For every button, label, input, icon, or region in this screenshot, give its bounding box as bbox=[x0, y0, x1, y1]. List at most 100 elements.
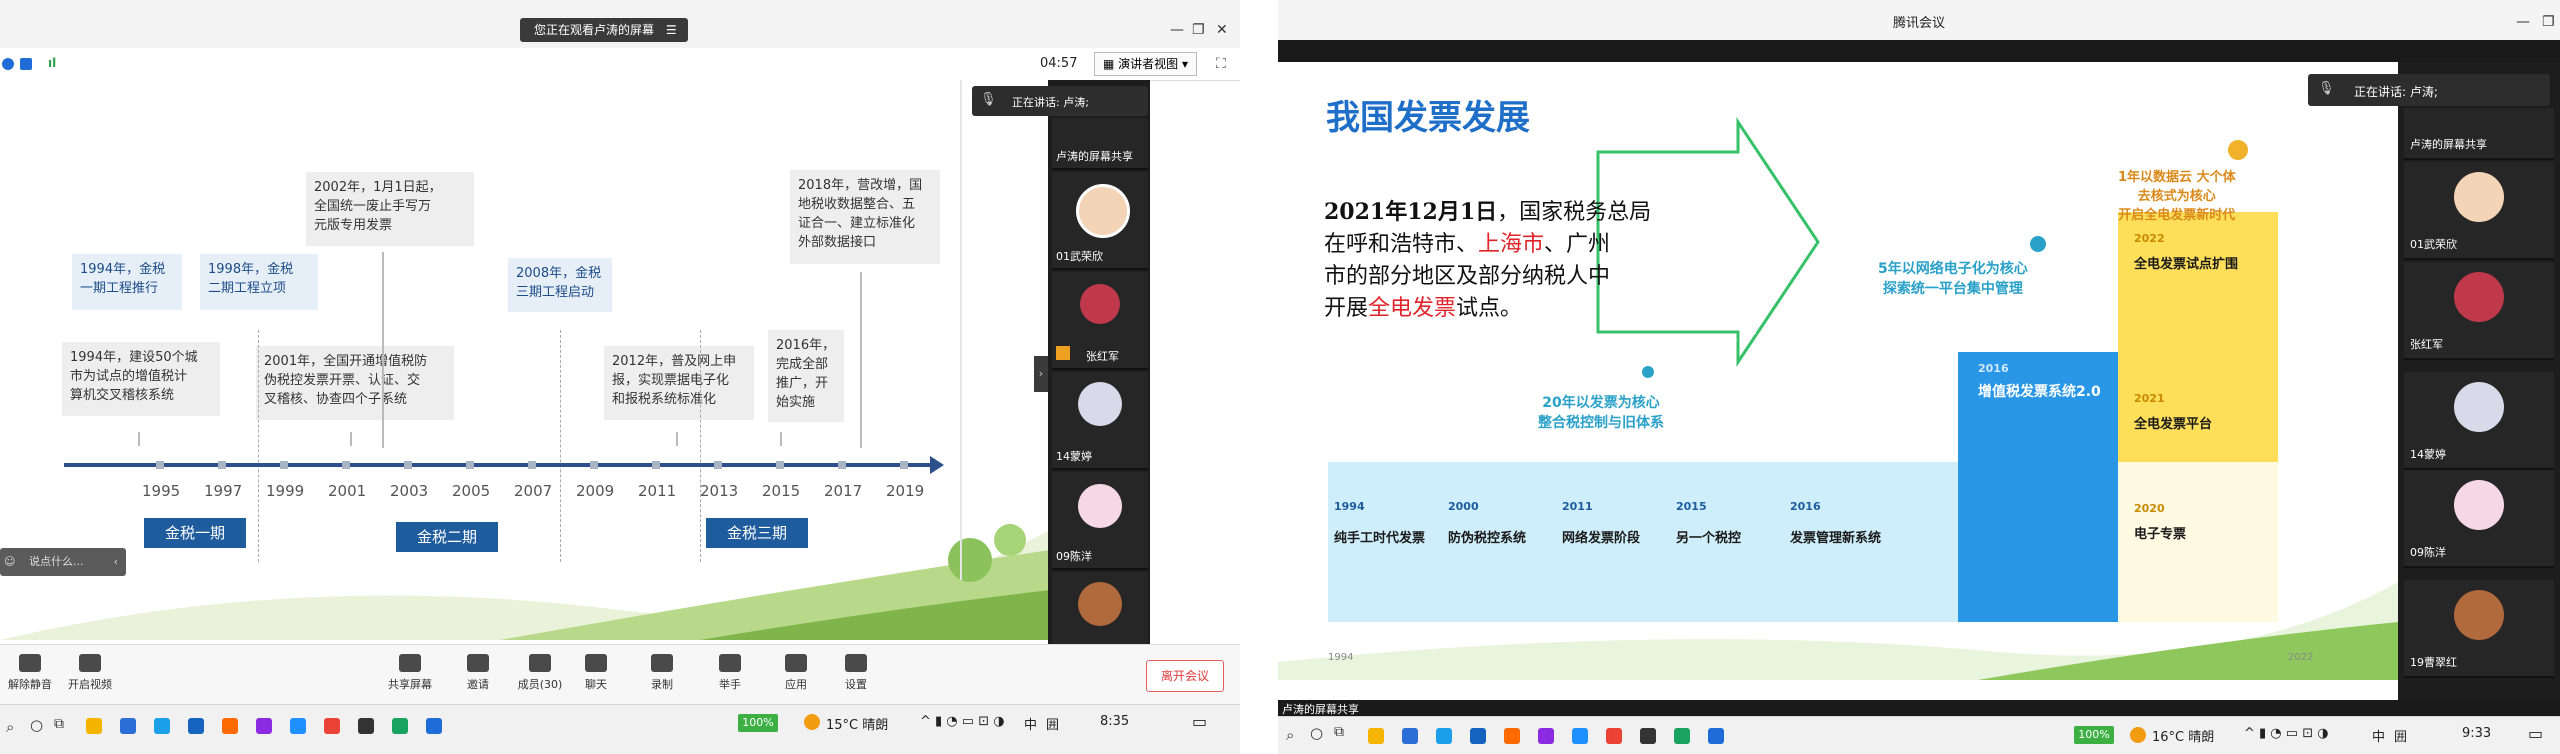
search-icon[interactable]: ⌕ bbox=[6, 718, 14, 736]
control-button[interactable]: 应用 bbox=[766, 654, 826, 692]
weather-text[interactable]: 15°C 晴朗 bbox=[826, 714, 888, 733]
timeline-tick bbox=[652, 461, 660, 469]
participant-tile[interactable]: 14蒙婷 bbox=[2404, 372, 2554, 470]
participant-tile[interactable]: 19曹翠红 bbox=[2404, 580, 2554, 678]
right-screenshot: 腾讯会议 — ❐ 我国发票发展 2021年12月1日，国家税务总局 在呼和浩特市… bbox=[1278, 0, 2560, 754]
view-switch-button[interactable]: ▦ 演讲者视图 ▾ bbox=[1094, 52, 1198, 76]
taskbar-app-icon[interactable] bbox=[1436, 728, 1452, 744]
battery-indicator[interactable]: 100% bbox=[738, 714, 778, 732]
stage-block: 2021 全电发票平台 bbox=[2134, 392, 2264, 432]
taskbar-app-icon[interactable] bbox=[324, 718, 340, 734]
maximize-icon[interactable]: ❐ bbox=[2542, 14, 2555, 30]
task-view-icon[interactable]: ⧉ bbox=[54, 716, 64, 732]
control-button[interactable]: 成员(30) bbox=[510, 654, 570, 692]
taskbar-app-icon[interactable] bbox=[1368, 728, 1384, 744]
control-label: 举手 bbox=[719, 678, 741, 691]
fullscreen-icon[interactable]: ⛶ bbox=[1216, 56, 1226, 72]
keyboard-icon[interactable]: 囲 bbox=[2394, 726, 2407, 745]
taskbar-app-icon[interactable] bbox=[86, 718, 102, 734]
control-button[interactable]: 共享屏幕 bbox=[380, 654, 440, 692]
clock[interactable]: 9:33 bbox=[2462, 726, 2491, 741]
announcement-date: 2021年12月1日 bbox=[1324, 199, 1498, 225]
taskbar-app-icon[interactable] bbox=[1674, 728, 1690, 744]
participant-tile[interactable]: 01武荣欣 bbox=[2404, 162, 2554, 260]
ime-indicator[interactable]: 中 bbox=[2372, 726, 2385, 745]
battery-indicator[interactable]: 100% bbox=[2074, 726, 2114, 744]
close-icon[interactable]: ✕ bbox=[1216, 22, 1228, 38]
event-1994-top: 1994年，金税 一期工程推行 bbox=[72, 254, 182, 310]
cortana-icon[interactable]: ○ bbox=[1310, 724, 1323, 742]
menu-icon: ☰ bbox=[665, 23, 677, 37]
divider bbox=[1240, 0, 1278, 754]
pilot-announcement: 2021年12月1日，国家税务总局 在呼和浩特市、上海市、广州 市的部分地区及部… bbox=[1324, 196, 1684, 325]
control-button[interactable]: 设置 bbox=[826, 654, 886, 692]
taskbar-app-icon[interactable] bbox=[120, 718, 136, 734]
event-2002: 2002年，1月1日起， 全国统一废止手写万 元版专用发票 bbox=[306, 172, 474, 246]
clock[interactable]: 8:35 bbox=[1100, 714, 1129, 729]
taskbar-app-icon[interactable] bbox=[1606, 728, 1622, 744]
speaking-text: 正在讲话: 卢涛; bbox=[1012, 96, 1089, 109]
control-button[interactable]: 开启视频 bbox=[60, 654, 120, 692]
year-label: 2015 bbox=[762, 482, 801, 500]
notification-icon[interactable]: ▭ bbox=[2528, 724, 2543, 743]
taskbar-app-icon[interactable] bbox=[256, 718, 272, 734]
collapse-icon[interactable]: ‹ bbox=[114, 548, 118, 576]
taskbar-app-icon[interactable] bbox=[1402, 728, 1418, 744]
taskbar-app-icon[interactable] bbox=[1504, 728, 1520, 744]
weather-text[interactable]: 16°C 晴朗 bbox=[2152, 726, 2214, 745]
taskbar-app-icon[interactable] bbox=[222, 718, 238, 734]
panel-toggle-icon[interactable]: › bbox=[1034, 356, 1048, 392]
avatar bbox=[2454, 480, 2504, 530]
cortana-icon[interactable]: ○ bbox=[30, 716, 43, 734]
participant-tile[interactable]: 张红军 bbox=[1052, 272, 1148, 370]
taskbar-app-icon[interactable] bbox=[1470, 728, 1486, 744]
stage-block: 2020 电子专票 bbox=[2134, 502, 2264, 542]
participant-tile[interactable]: 09陈洋 bbox=[2404, 470, 2554, 568]
task-view-icon[interactable]: ⧉ bbox=[1334, 724, 1344, 740]
network-icon bbox=[2, 58, 14, 70]
taskbar-app-icon[interactable] bbox=[1538, 728, 1554, 744]
participant-tile[interactable]: 14蒙婷 bbox=[1052, 372, 1148, 470]
taskbar-app-icon[interactable] bbox=[290, 718, 306, 734]
taskbar-app-icon[interactable] bbox=[392, 718, 408, 734]
participant-name: 张红军 bbox=[1086, 350, 1119, 363]
emoji-icon[interactable]: ☺ bbox=[4, 555, 15, 568]
taskbar-app-icon[interactable] bbox=[358, 718, 374, 734]
year-label: 2003 bbox=[390, 482, 429, 500]
control-button[interactable]: 解除静音 bbox=[0, 654, 60, 692]
participant-tile[interactable] bbox=[1052, 572, 1148, 646]
tray-icons[interactable]: ^ ▮ ◔ ▭ ⊡ ◑ bbox=[2244, 726, 2329, 741]
share-banner[interactable]: 您正在观看卢涛的屏幕 ☰ bbox=[520, 18, 688, 42]
taskbar-app-icon[interactable] bbox=[1572, 728, 1588, 744]
control-button[interactable]: 邀请 bbox=[448, 654, 508, 692]
leave-meeting-button[interactable]: 离开会议 bbox=[1146, 660, 1224, 692]
control-button[interactable]: 举手 bbox=[700, 654, 760, 692]
participant-tile[interactable]: 01武荣欣 bbox=[1052, 172, 1148, 270]
chat-input[interactable]: ☺ 说点什么... ‹ bbox=[0, 548, 126, 576]
taskbar-app-icon[interactable] bbox=[154, 718, 170, 734]
taskbar-app-icon[interactable] bbox=[426, 718, 442, 734]
maximize-icon[interactable]: ❐ bbox=[1192, 22, 1205, 38]
search-icon[interactable]: ⌕ bbox=[1286, 726, 1294, 744]
avatar bbox=[2454, 172, 2504, 222]
minimize-icon[interactable]: — bbox=[1170, 22, 1184, 38]
avatar bbox=[1078, 382, 1122, 426]
taskbar-app-icon[interactable] bbox=[188, 718, 204, 734]
participant-tile[interactable]: 卢涛的屏幕共享 bbox=[2404, 108, 2554, 160]
control-button[interactable]: 录制 bbox=[632, 654, 692, 692]
taskbar-app-icon[interactable] bbox=[1640, 728, 1656, 744]
participant-tile[interactable]: 09陈洋 bbox=[1052, 472, 1148, 570]
taskbar-app-icon[interactable] bbox=[1708, 728, 1724, 744]
participant-tile[interactable]: 卢涛的屏幕共享 bbox=[1052, 118, 1148, 170]
control-button[interactable]: 聊天 bbox=[566, 654, 626, 692]
minimize-icon[interactable]: — bbox=[2516, 14, 2530, 30]
timeline-tick bbox=[590, 461, 598, 469]
notification-icon[interactable]: ▭ bbox=[1192, 712, 1207, 731]
keyboard-icon[interactable]: 囲 bbox=[1046, 714, 1059, 733]
timeline-tick bbox=[218, 461, 226, 469]
host-badge bbox=[1056, 346, 1070, 360]
tray-icons[interactable]: ^ ▮ ◔ ▭ ⊡ ◑ bbox=[920, 714, 1005, 729]
control-label: 邀请 bbox=[467, 678, 489, 691]
ime-indicator[interactable]: 中 bbox=[1024, 714, 1037, 733]
participant-tile[interactable]: 张红军 bbox=[2404, 262, 2554, 360]
